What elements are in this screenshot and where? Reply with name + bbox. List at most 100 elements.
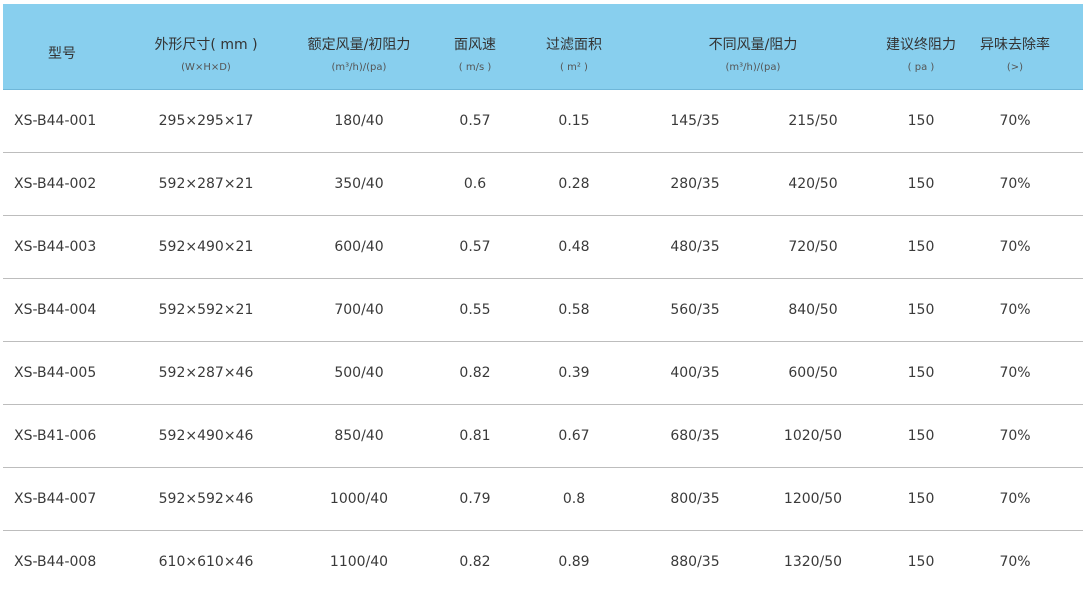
cell-flow-1: 480/35 <box>670 239 720 255</box>
header-final-unit: ( pa ) <box>907 62 935 73</box>
cell-area: 0.15 <box>558 113 590 129</box>
cell-final: 150 <box>907 491 935 507</box>
table-header: 型号 外形尺寸( mm ) (W×H×D) 额定风量/初阻力 (m³/h)/(p… <box>3 4 1083 90</box>
table-body: XS-B44-001 295×295×17 180/40 0.57 0.15 1… <box>3 90 1083 593</box>
header-final-label: 建议终阻力 <box>886 37 956 53</box>
cell-final: 150 <box>907 176 935 192</box>
cell-rated: 1100/40 <box>329 554 389 570</box>
cell-final: 150 <box>907 554 935 570</box>
cell-velocity: 0.6 <box>463 176 487 192</box>
cell-area: 0.67 <box>558 428 590 444</box>
cell-odor: 70% <box>999 428 1031 444</box>
cell-final: 150 <box>907 302 935 318</box>
cell-odor: 70% <box>999 365 1031 381</box>
cell-model: XS-B44-002 <box>14 176 97 192</box>
cell-rated: 850/40 <box>334 428 384 444</box>
cell-flow-2: 420/50 <box>788 176 838 192</box>
cell-flow-1: 145/35 <box>670 113 720 129</box>
cell-final: 150 <box>907 428 935 444</box>
cell-flow-1: 400/35 <box>670 365 720 381</box>
cell-rated: 1000/40 <box>329 491 389 507</box>
cell-flow-2: 1200/50 <box>783 491 843 507</box>
table-row: XS-B44-003 592×490×21 600/40 0.57 0.48 4… <box>3 216 1083 279</box>
cell-flow-2: 1320/50 <box>783 554 843 570</box>
cell-rated: 180/40 <box>334 113 384 129</box>
cell-size: 592×592×46 <box>158 491 254 507</box>
cell-flow-1: 800/35 <box>670 491 720 507</box>
cell-odor: 70% <box>999 176 1031 192</box>
table-row: XS-B44-001 295×295×17 180/40 0.57 0.15 1… <box>3 90 1083 153</box>
cell-rated: 700/40 <box>334 302 384 318</box>
header-area-unit: ( m² ) <box>560 62 588 73</box>
cell-velocity: 0.57 <box>459 239 491 255</box>
cell-rated: 600/40 <box>334 239 384 255</box>
cell-odor: 70% <box>999 113 1031 129</box>
cell-area: 0.48 <box>558 239 590 255</box>
cell-size: 610×610×46 <box>158 554 254 570</box>
cell-model: XS-B44-008 <box>14 554 97 570</box>
cell-area: 0.89 <box>558 554 590 570</box>
table-row: XS-B44-008 610×610×46 1100/40 0.82 0.89 … <box>3 531 1083 593</box>
cell-area: 0.58 <box>558 302 590 318</box>
cell-size: 295×295×17 <box>158 113 254 129</box>
cell-odor: 70% <box>999 491 1031 507</box>
cell-rated: 500/40 <box>334 365 384 381</box>
header-odor-unit: (>) <box>1006 62 1024 73</box>
cell-flow-2: 1020/50 <box>783 428 843 444</box>
header-size-label: 外形尺寸( mm ) <box>154 37 258 53</box>
header-velocity: 面风速 ( m/s ) <box>427 4 523 89</box>
header-model-label: 型号 <box>48 46 76 62</box>
cell-final: 150 <box>907 239 935 255</box>
cell-odor: 70% <box>999 302 1031 318</box>
cell-velocity: 0.82 <box>459 554 491 570</box>
cell-area: 0.28 <box>558 176 590 192</box>
cell-rated: 350/40 <box>334 176 384 192</box>
cell-velocity: 0.79 <box>459 491 491 507</box>
header-area-label: 过滤面积 <box>546 37 602 53</box>
cell-model: XS-B44-007 <box>14 491 97 507</box>
header-size: 外形尺寸( mm ) (W×H×D) <box>121 4 291 89</box>
cell-model: XS-B44-004 <box>14 302 97 318</box>
cell-flow-2: 840/50 <box>788 302 838 318</box>
cell-odor: 70% <box>999 554 1031 570</box>
cell-flow-2: 720/50 <box>788 239 838 255</box>
cell-velocity: 0.81 <box>459 428 491 444</box>
table-row: XS-B44-005 592×287×46 500/40 0.82 0.39 4… <box>3 342 1083 405</box>
header-rated-label: 额定风量/初阻力 <box>307 37 411 53</box>
cell-flow-1: 680/35 <box>670 428 720 444</box>
header-diff-unit: (m³/h)/(pa) <box>725 62 781 73</box>
header-rated-unit: (m³/h)/(pa) <box>331 62 387 73</box>
cell-flow-1: 560/35 <box>670 302 720 318</box>
cell-flow-2: 215/50 <box>788 113 838 129</box>
cell-flow-1: 280/35 <box>670 176 720 192</box>
cell-velocity: 0.57 <box>459 113 491 129</box>
cell-velocity: 0.82 <box>459 365 491 381</box>
header-velocity-label: 面风速 <box>454 37 496 53</box>
cell-model: XS-B44-001 <box>14 113 97 129</box>
cell-area: 0.8 <box>562 491 586 507</box>
cell-model: XS-B44-003 <box>14 239 97 255</box>
cell-size: 592×490×21 <box>158 239 254 255</box>
header-final: 建议终阻力 ( pa ) <box>875 4 967 89</box>
table-row: XS-B44-004 592×592×21 700/40 0.55 0.58 5… <box>3 279 1083 342</box>
header-diff-label: 不同风量/阻力 <box>708 37 798 53</box>
cell-model: XS-B41-006 <box>14 428 97 444</box>
cell-final: 150 <box>907 365 935 381</box>
table-row: XS-B41-006 592×490×46 850/40 0.81 0.67 6… <box>3 405 1083 468</box>
table-row: XS-B44-002 592×287×21 350/40 0.6 0.28 28… <box>3 153 1083 216</box>
spec-table: 型号 外形尺寸( mm ) (W×H×D) 额定风量/初阻力 (m³/h)/(p… <box>3 4 1083 593</box>
header-odor-label: 异味去除率 <box>980 37 1050 53</box>
cell-odor: 70% <box>999 239 1031 255</box>
header-model: 型号 <box>3 4 121 89</box>
cell-flow-1: 880/35 <box>670 554 720 570</box>
cell-size: 592×287×21 <box>158 176 254 192</box>
header-diff: 不同风量/阻力 (m³/h)/(pa) <box>625 4 881 89</box>
cell-size: 592×287×46 <box>158 365 254 381</box>
cell-area: 0.39 <box>558 365 590 381</box>
cell-size: 592×490×46 <box>158 428 254 444</box>
header-odor: 异味去除率 (>) <box>969 4 1061 89</box>
cell-final: 150 <box>907 113 935 129</box>
header-size-unit: (W×H×D) <box>181 62 231 73</box>
table-row: XS-B44-007 592×592×46 1000/40 0.79 0.8 8… <box>3 468 1083 531</box>
cell-size: 592×592×21 <box>158 302 254 318</box>
